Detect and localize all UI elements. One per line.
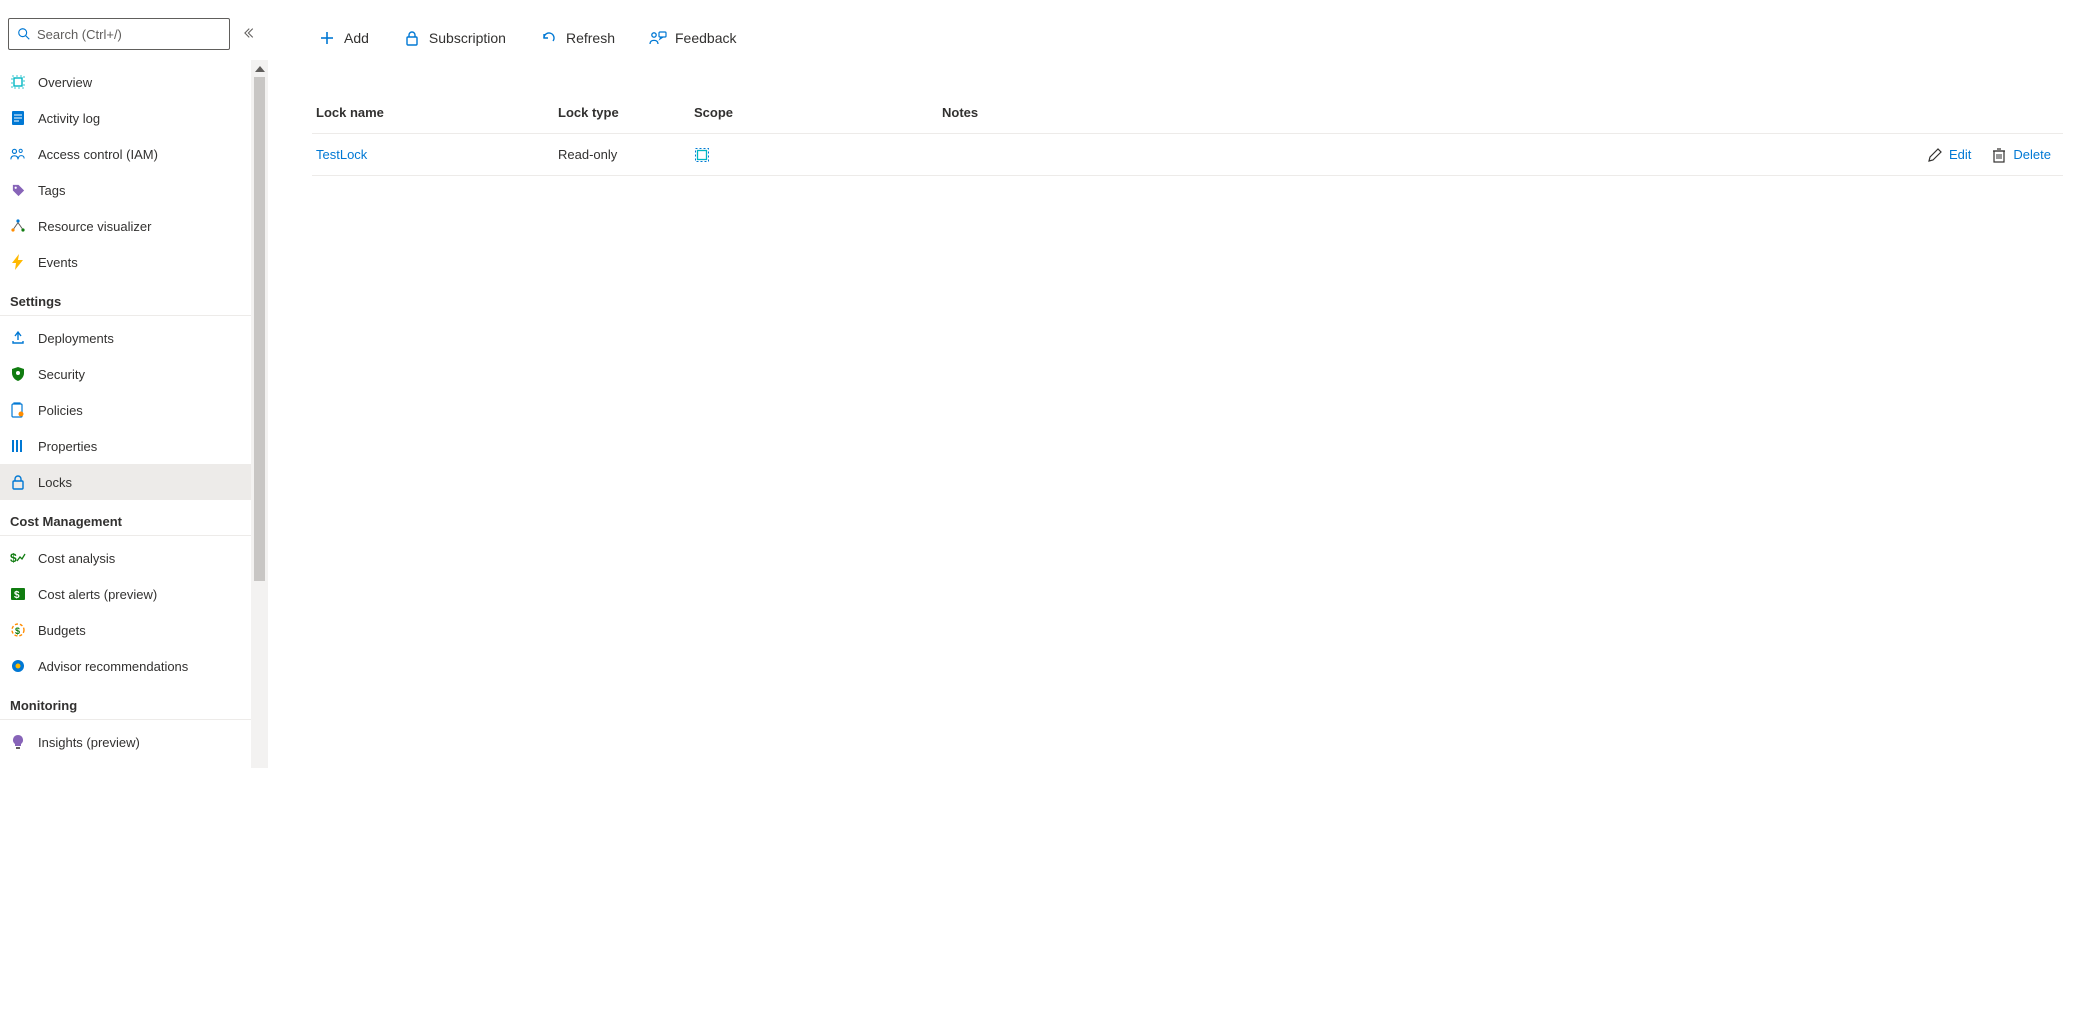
lock-scope-cell — [694, 147, 942, 163]
sidebar-item-events[interactable]: Events — [0, 244, 268, 280]
sidebar-item-label: Tags — [38, 183, 65, 198]
cost-icon: $ — [10, 550, 26, 566]
edit-button[interactable]: Edit — [1921, 143, 1977, 167]
sidebar-item-label: Access control (IAM) — [38, 147, 158, 162]
tag-icon — [10, 182, 26, 198]
policy-icon — [10, 402, 26, 418]
sidebar-item-label: Resource visualizer — [38, 219, 151, 234]
scrollbar-thumb[interactable] — [254, 77, 265, 581]
collapse-sidebar-icon[interactable] — [244, 26, 260, 42]
sidebar-item-label: Cost analysis — [38, 551, 115, 566]
subscription-button-label: Subscription — [429, 30, 506, 46]
sidebar-item-access-control[interactable]: Access control (IAM) — [0, 136, 268, 172]
sidebar-item-budgets[interactable]: $ Budgets — [0, 612, 268, 648]
lightning-icon — [10, 254, 26, 270]
sidebar-item-policies[interactable]: Policies — [0, 392, 268, 428]
sidebar-search-row — [0, 18, 268, 58]
add-button[interactable]: Add — [312, 22, 375, 54]
sidebar-item-label: Advisor recommendations — [38, 659, 188, 674]
delete-button-label: Delete — [2013, 147, 2051, 162]
lock-icon — [403, 29, 421, 47]
sidebar-scrollbar[interactable] — [251, 60, 268, 768]
col-header-notes: Notes — [942, 105, 1883, 120]
edit-button-label: Edit — [1949, 147, 1971, 162]
sidebar-section-monitoring: Monitoring — [0, 684, 268, 720]
cost-alert-icon: $ — [10, 586, 26, 602]
sidebar-item-overview[interactable]: Overview — [0, 64, 268, 100]
deploy-icon — [10, 330, 26, 346]
subscription-button[interactable]: Subscription — [397, 22, 512, 54]
lock-name-link[interactable]: TestLock — [316, 147, 367, 162]
refresh-button-label: Refresh — [566, 30, 615, 46]
lock-type-cell: Read-only — [558, 147, 694, 162]
sidebar-item-label: Insights (preview) — [38, 735, 140, 750]
sidebar-menu: Overview Activity log Access control (IA… — [0, 58, 268, 760]
feedback-button-label: Feedback — [675, 30, 736, 46]
sidebar-item-label: Cost alerts (preview) — [38, 587, 157, 602]
sidebar-search-box[interactable] — [8, 18, 230, 50]
sidebar: Overview Activity log Access control (IA… — [0, 0, 268, 1022]
sidebar-item-properties[interactable]: Properties — [0, 428, 268, 464]
sidebar-item-label: Locks — [38, 475, 72, 490]
delete-button[interactable]: Delete — [1985, 143, 2057, 167]
refresh-icon — [540, 29, 558, 47]
sidebar-item-cost-analysis[interactable]: $ Cost analysis — [0, 540, 268, 576]
graph-icon — [10, 218, 26, 234]
lock-icon — [10, 474, 26, 490]
sidebar-scroll-container: Overview Activity log Access control (IA… — [0, 58, 268, 1022]
locks-table: Lock name Lock type Scope Notes TestLock… — [312, 92, 2063, 176]
sidebar-item-activity-log[interactable]: Activity log — [0, 100, 268, 136]
sidebar-item-label: Security — [38, 367, 85, 382]
log-icon — [10, 110, 26, 126]
scrollbar-up-arrow[interactable] — [251, 60, 268, 77]
people-icon — [10, 146, 26, 162]
sidebar-item-label: Overview — [38, 75, 92, 90]
sidebar-item-tags[interactable]: Tags — [0, 172, 268, 208]
budget-icon: $ — [10, 622, 26, 638]
col-header-type: Lock type — [558, 105, 694, 120]
pencil-icon — [1927, 147, 1943, 163]
search-icon — [17, 27, 31, 41]
sidebar-item-cost-alerts[interactable]: $ Cost alerts (preview) — [0, 576, 268, 612]
sidebar-item-deployments[interactable]: Deployments — [0, 320, 268, 356]
sidebar-item-insights[interactable]: Insights (preview) — [0, 724, 268, 760]
toolbar: Add Subscription Refresh Feedback — [312, 18, 2063, 58]
sidebar-item-label: Events — [38, 255, 78, 270]
sidebar-item-label: Properties — [38, 439, 97, 454]
col-header-scope: Scope — [694, 105, 942, 120]
sidebar-section-settings: Settings — [0, 280, 268, 316]
resource-group-icon — [694, 147, 942, 163]
properties-icon — [10, 438, 26, 454]
feedback-button[interactable]: Feedback — [643, 22, 742, 54]
table-header: Lock name Lock type Scope Notes — [312, 92, 2063, 134]
trash-icon — [1991, 147, 2007, 163]
sidebar-item-resource-visualizer[interactable]: Resource visualizer — [0, 208, 268, 244]
table-row: TestLock Read-only Edit — [312, 134, 2063, 176]
feedback-icon — [649, 29, 667, 47]
sidebar-item-label: Policies — [38, 403, 83, 418]
advisor-icon — [10, 658, 26, 674]
search-input[interactable] — [37, 27, 221, 42]
refresh-button[interactable]: Refresh — [534, 22, 621, 54]
add-button-label: Add — [344, 30, 369, 46]
sidebar-item-advisor[interactable]: Advisor recommendations — [0, 648, 268, 684]
cube-icon — [10, 74, 26, 90]
main-content: Add Subscription Refresh Feedback Lock n… — [268, 0, 2091, 1022]
plus-icon — [318, 29, 336, 47]
sidebar-item-label: Activity log — [38, 111, 100, 126]
svg-text:$: $ — [15, 626, 20, 636]
svg-text:$: $ — [10, 551, 17, 565]
sidebar-section-cost: Cost Management — [0, 500, 268, 536]
shield-icon — [10, 366, 26, 382]
sidebar-item-label: Budgets — [38, 623, 86, 638]
sidebar-item-security[interactable]: Security — [0, 356, 268, 392]
col-header-name: Lock name — [312, 105, 558, 120]
sidebar-item-locks[interactable]: Locks — [0, 464, 268, 500]
sidebar-item-label: Deployments — [38, 331, 114, 346]
insights-icon — [10, 734, 26, 750]
svg-text:$: $ — [14, 590, 20, 601]
